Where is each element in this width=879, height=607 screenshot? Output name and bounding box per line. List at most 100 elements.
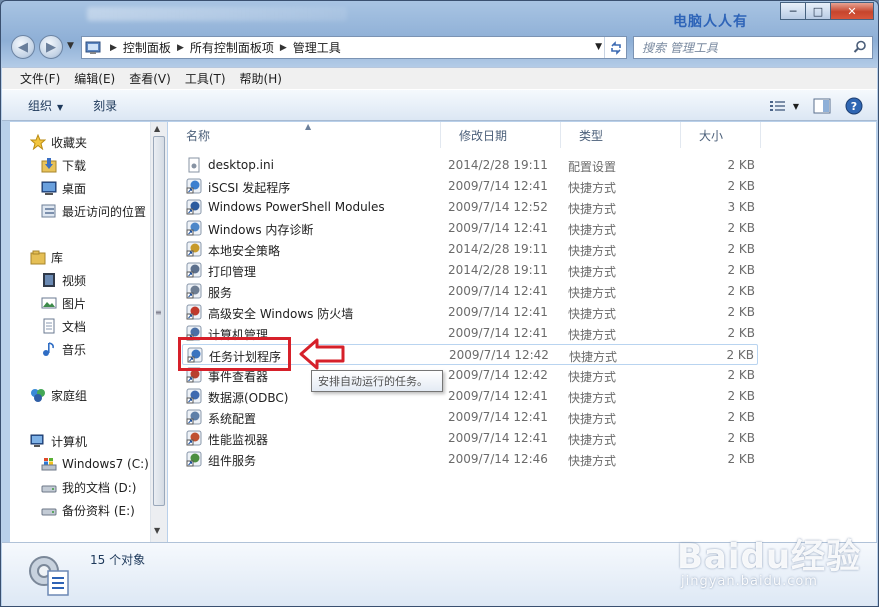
- file-row[interactable]: 打印管理 2014/2/28 19:11 快捷方式 2 KB: [182, 260, 758, 281]
- sidebar-item-label: Windows7 (C:): [62, 457, 149, 471]
- breadcrumb-separator: ▶: [110, 42, 117, 53]
- file-type: 快捷方式: [568, 265, 617, 279]
- file-size: 2 KB: [727, 389, 755, 403]
- file-type: 快捷方式: [568, 412, 617, 426]
- back-button[interactable]: ◀: [11, 35, 35, 59]
- sidebar-item-drive-d[interactable]: 我的文档 (D:): [41, 477, 136, 497]
- services-icon: [186, 283, 202, 299]
- file-type: 快捷方式: [568, 181, 617, 195]
- file-size: 2 KB: [727, 305, 755, 319]
- menu-tools[interactable]: 工具(T): [185, 70, 226, 87]
- close-button[interactable]: ✕: [830, 2, 874, 20]
- file-name: 服务: [208, 286, 233, 300]
- view-options-icon[interactable]: [769, 99, 787, 113]
- scroll-up-icon[interactable]: ▲: [154, 124, 160, 133]
- file-row[interactable]: 本地安全策略 2014/2/28 19:11 快捷方式 2 KB: [182, 239, 758, 260]
- menu-file[interactable]: 文件(F): [20, 70, 60, 87]
- file-row[interactable]: iSCSI 发起程序 2009/7/14 12:41 快捷方式 2 KB: [182, 176, 758, 197]
- file-type: 快捷方式: [568, 454, 617, 468]
- back-arrow-icon: ◀: [18, 39, 28, 55]
- sidebar-item-label: 图片: [62, 296, 87, 311]
- breadcrumb-control-panel[interactable]: 控制面板: [123, 39, 171, 56]
- file-name: iSCSI 发起程序: [208, 181, 291, 195]
- scroll-thumb[interactable]: [153, 136, 165, 506]
- sidebar-computer[interactable]: 计算机: [30, 431, 87, 451]
- sidebar-favorites[interactable]: 收藏夹: [30, 132, 87, 152]
- search-icon[interactable]: [853, 40, 867, 54]
- forward-button[interactable]: ▶: [39, 35, 63, 59]
- address-bar[interactable]: ▶ 控制面板 ▶ 所有控制面板项 ▶ 管理工具 ▼: [81, 36, 627, 59]
- menu-view[interactable]: 查看(V): [129, 70, 171, 87]
- file-type: 快捷方式: [568, 223, 617, 237]
- sidebar-item-drive-e[interactable]: 备份资料 (E:): [41, 500, 135, 520]
- sidebar-item-desktop[interactable]: 桌面: [41, 178, 86, 198]
- refresh-button[interactable]: [604, 37, 626, 58]
- file-date: 2009/7/14 12:46: [448, 452, 548, 466]
- file-size: 2 KB: [727, 158, 755, 172]
- powershell-icon: [186, 199, 202, 215]
- file-name: 数据源(ODBC): [208, 391, 289, 405]
- file-size: 2 KB: [727, 368, 755, 382]
- sidebar-item-videos[interactable]: 视频: [41, 270, 86, 290]
- minimize-button[interactable]: ─: [780, 2, 806, 20]
- sidebar-favorites-label: 收藏夹: [51, 135, 88, 150]
- menu-edit[interactable]: 编辑(E): [74, 70, 115, 87]
- sidebar-item-documents[interactable]: 文档: [41, 316, 86, 336]
- file-size: 2 KB: [727, 326, 755, 340]
- breadcrumb-separator[interactable]: ▶: [280, 43, 287, 53]
- file-row[interactable]: Windows PowerShell Modules 2009/7/14 12:5…: [182, 197, 758, 218]
- hard-drive-icon: [41, 508, 57, 516]
- file-row[interactable]: desktop.ini 2014/2/28 19:11 配置设置 2 KB: [182, 155, 758, 176]
- column-name[interactable]: 名称: [168, 122, 441, 148]
- scroll-grip-icon: ≡: [155, 308, 162, 317]
- breadcrumb-separator[interactable]: ▶: [177, 43, 184, 53]
- scroll-down-icon[interactable]: ▼: [154, 526, 160, 535]
- burn-button[interactable]: 刻录: [93, 97, 117, 114]
- file-name: 本地安全策略: [208, 244, 281, 258]
- file-date: 2009/7/14 12:41: [448, 431, 548, 445]
- file-row[interactable]: 组件服务 2009/7/14 12:46 快捷方式 2 KB: [182, 449, 758, 470]
- view-controls: ▼ ?: [755, 97, 863, 115]
- organize-label: 组织: [28, 98, 53, 113]
- organize-button[interactable]: 组织 ▼: [28, 97, 63, 114]
- column-size[interactable]: 大小: [681, 122, 761, 148]
- preview-pane-icon[interactable]: [813, 98, 831, 114]
- file-row[interactable]: 高级安全 Windows 防火墙 2009/7/14 12:41 快捷方式 2 KB: [182, 302, 758, 323]
- sidebar-item-recent[interactable]: 最近访问的位置: [41, 201, 146, 221]
- file-row[interactable]: 系统配置 2009/7/14 12:41 快捷方式 2 KB: [182, 407, 758, 428]
- file-size: 2 KB: [727, 179, 755, 193]
- menu-help[interactable]: 帮助(H): [240, 70, 282, 87]
- file-row[interactable]: 数据源(ODBC) 2009/7/14 12:41 快捷方式 2 KB: [182, 386, 758, 407]
- sidebar-item-music[interactable]: 音乐: [41, 339, 86, 359]
- sidebar-item-downloads[interactable]: 下载: [41, 155, 86, 175]
- recent-pages-dropdown[interactable]: ▼: [67, 41, 74, 51]
- sidebar-item-drive-c[interactable]: Windows7 (C:): [41, 454, 149, 474]
- sidebar-item-label: 我的文档 (D:): [62, 480, 137, 495]
- search-box[interactable]: 搜索 管理工具: [633, 36, 873, 59]
- breadcrumb-all-items[interactable]: 所有控制面板项: [190, 39, 274, 56]
- performance-monitor-icon: [186, 430, 202, 446]
- sidebar-item-pictures[interactable]: 图片: [41, 293, 86, 313]
- sidebar-homegroup[interactable]: 家庭组: [30, 385, 87, 405]
- help-icon[interactable]: ?: [845, 97, 863, 115]
- sidebar-item-label: 备份资料 (E:): [62, 503, 135, 518]
- file-size: 2 KB: [727, 410, 755, 424]
- file-row[interactable]: 服务 2009/7/14 12:41 快捷方式 2 KB: [182, 281, 758, 302]
- sidebar-libraries-label: 库: [51, 250, 64, 265]
- star-icon: [30, 134, 46, 150]
- view-dropdown-icon[interactable]: ▼: [793, 102, 799, 111]
- file-name: 性能监视器: [208, 433, 269, 447]
- file-size: 2 KB: [726, 348, 754, 362]
- column-type[interactable]: 类型: [561, 122, 681, 148]
- breadcrumb-admin-tools[interactable]: 管理工具: [293, 39, 341, 56]
- column-date[interactable]: 修改日期: [441, 122, 561, 148]
- component-services-icon: [186, 451, 202, 467]
- navigation-scrollbar[interactable]: ▲ ≡ ▼: [150, 122, 167, 542]
- file-row[interactable]: Windows 内存诊断 2009/7/14 12:41 快捷方式 2 KB: [182, 218, 758, 239]
- maximize-button[interactable]: □: [805, 2, 831, 20]
- address-dropdown-icon[interactable]: ▼: [595, 42, 602, 52]
- menu-bar: 文件(F) 编辑(E) 查看(V) 工具(T) 帮助(H): [2, 67, 877, 89]
- sidebar-libraries[interactable]: 库: [30, 247, 63, 267]
- documents-icon: [43, 318, 55, 334]
- file-row[interactable]: 性能监视器 2009/7/14 12:41 快捷方式 2 KB: [182, 428, 758, 449]
